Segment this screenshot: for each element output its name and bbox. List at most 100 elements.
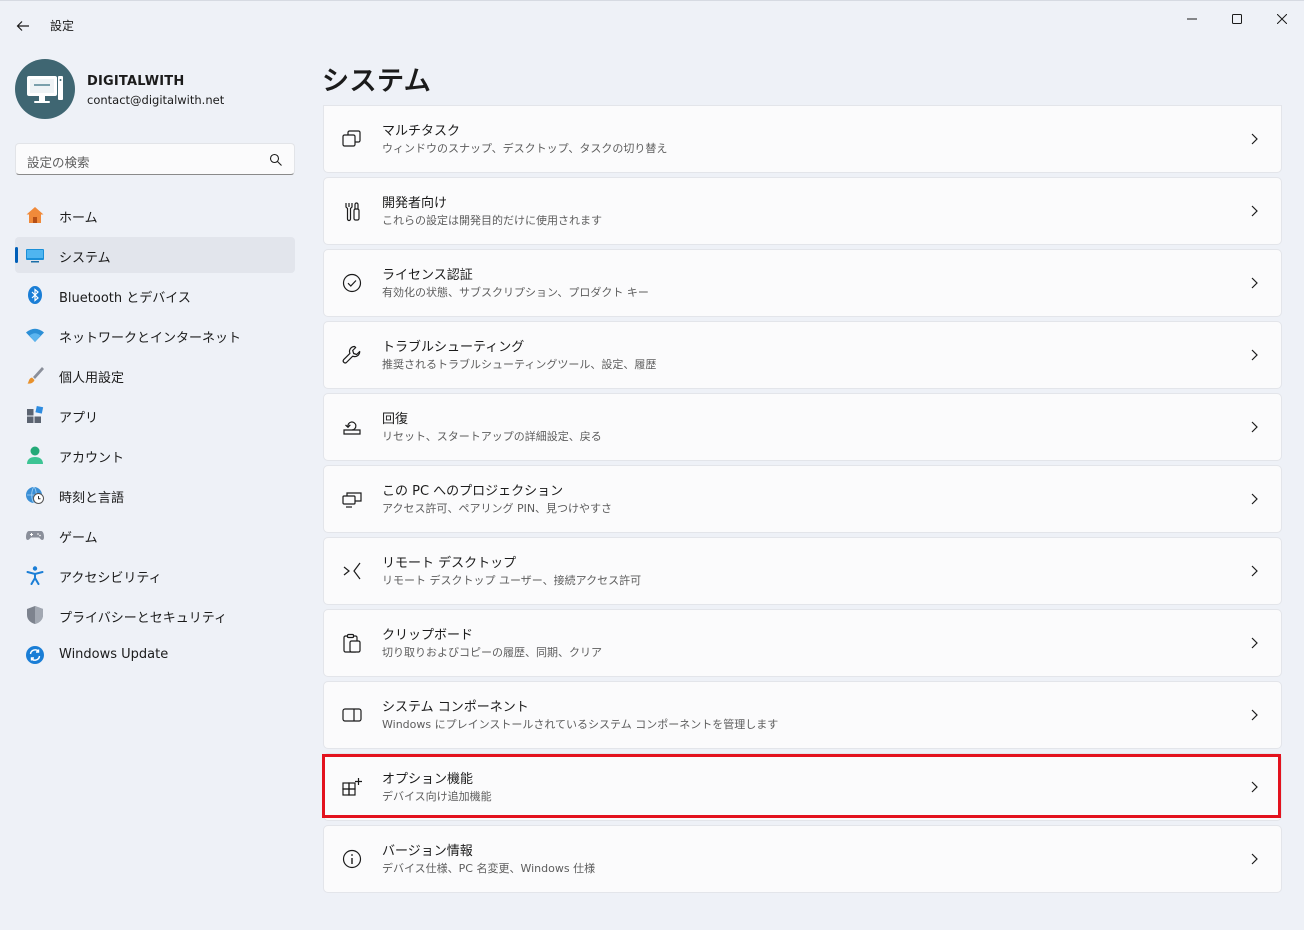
info-icon [341,848,363,870]
card-description: 推奨されるトラブルシューティングツール、設定、履歴 [382,358,657,371]
wrench-icon [341,344,363,366]
card-title: 回復 [382,412,409,427]
chevron-right-icon [1251,421,1258,433]
close-icon [1277,14,1287,24]
sidebar-item-accounts[interactable]: アカウント [15,437,295,473]
settings-card-clipboard[interactable]: クリップボード 切り取りおよびコピーの履歴、同期、クリア [323,609,1282,677]
settings-card-optional-features[interactable]: オプション機能 デバイス向け追加機能 [323,753,1282,821]
sidebar-item-apps[interactable]: アプリ [15,397,295,433]
components-icon [341,704,363,726]
sidebar-item-label: 個人用設定 [59,371,125,386]
page-title: システム [322,66,432,97]
card-description: これらの設定は開発目的だけに使用されます [382,214,602,227]
sidebar-item-label: 時刻と言語 [59,491,125,506]
search-placeholder: 設定の検索 [27,155,90,170]
maximize-icon [1232,14,1242,24]
chevron-right-icon [1251,565,1258,577]
sidebar-item-label: Windows Update [59,647,169,662]
card-title: ライセンス認証 [382,268,473,283]
sidebar-item-label: アカウント [59,451,125,466]
developer-tools-icon [341,200,363,222]
brush-icon [25,365,45,385]
card-description: デバイス仕様、PC 名変更、Windows 仕様 [382,862,596,875]
apps-icon [25,405,45,425]
settings-card-developers[interactable]: 開発者向け これらの設定は開発目的だけに使用されます [323,177,1282,245]
sidebar-item-gaming[interactable]: ゲーム [15,517,295,553]
settings-card-multitasking[interactable]: マルチタスク ウィンドウのスナップ、デスクトップ、タスクの切り替え [323,105,1282,173]
card-description: リモート デスクトップ ユーザー、接続アクセス許可 [382,574,642,587]
card-title: この PC へのプロジェクション [382,484,564,499]
search-icon[interactable] [268,152,284,168]
card-title: システム コンポーネント [382,700,529,715]
system-icon [25,245,45,265]
chevron-right-icon [1251,277,1258,289]
sidebar-item-windows-update[interactable]: Windows Update [15,637,295,673]
sidebar-item-label: ネットワークとインターネット [59,331,242,346]
card-title: オプション機能 [382,772,474,787]
sidebar-item-system[interactable]: システム [15,237,295,273]
settings-card-remote-desktop[interactable]: リモート デスクトップ リモート デスクトップ ユーザー、接続アクセス許可 [323,537,1282,605]
remote-desktop-icon [341,560,363,582]
profile-email: contact@digitalwith.net [87,93,225,107]
sidebar-item-network[interactable]: ネットワークとインターネット [15,317,295,353]
update-icon [25,645,45,665]
app-title: 設定 [50,19,75,33]
chevron-right-icon [1251,349,1258,361]
sidebar-item-label: ホーム [59,211,98,226]
bluetooth-icon [25,285,45,305]
account-icon [25,445,45,465]
settings-card-recovery[interactable]: 回復 リセット、スタートアップの詳細設定、戻る [323,393,1282,461]
card-description: アクセス許可、ペアリング PIN、見つけやすさ [382,502,613,515]
sidebar-item-home[interactable]: ホーム [15,197,295,233]
maximize-button[interactable] [1215,7,1259,31]
settings-card-troubleshoot[interactable]: トラブルシューティング 推奨されるトラブルシューティングツール、設定、履歴 [323,321,1282,389]
sidebar-item-label: Bluetooth とデバイス [59,291,191,306]
chevron-right-icon [1251,133,1258,145]
card-description: 有効化の状態、サブスクリプション、プロダクト キー [382,286,649,299]
clipboard-icon [341,632,363,654]
wifi-icon [25,325,45,345]
check-circle-icon [341,272,363,294]
card-title: トラブルシューティング [382,340,525,355]
card-description: Windows にプレインストールされているシステム コンポーネントを管理します [382,718,779,731]
minimize-icon [1187,18,1197,20]
monitor-logo-icon [27,76,63,103]
sidebar-nav: ホーム システム Bluetooth とデバイス ネットワークとインターネット [15,197,295,677]
sidebar-item-time-language[interactable]: 時刻と言語 [15,477,295,513]
chevron-right-icon [1251,709,1258,721]
recovery-icon [341,416,363,438]
sidebar-item-personalization[interactable]: 個人用設定 [15,357,295,393]
settings-search-input[interactable]: 設定の検索 [15,143,295,175]
selection-indicator [15,247,18,263]
settings-card-about[interactable]: バージョン情報 デバイス仕様、PC 名変更、Windows 仕様 [323,825,1282,893]
chevron-right-icon [1251,205,1258,217]
card-title: 開発者向け [382,196,448,211]
sidebar-item-privacy-security[interactable]: プライバシーとセキュリティ [15,597,295,633]
gamepad-icon [25,525,45,545]
chevron-right-icon [1251,637,1258,649]
sidebar-item-accessibility[interactable]: アクセシビリティ [15,557,295,593]
back-button[interactable] [10,13,36,39]
card-description: デバイス向け追加機能 [382,790,492,803]
sidebar-item-label: アクセシビリティ [59,571,162,586]
home-icon [25,205,45,225]
settings-card-projection[interactable]: この PC へのプロジェクション アクセス許可、ペアリング PIN、見つけやすさ [323,465,1282,533]
sidebar-item-label: システム [59,251,111,266]
close-button[interactable] [1260,7,1304,31]
sidebar-item-bluetooth[interactable]: Bluetooth とデバイス [15,277,295,313]
card-description: リセット、スタートアップの詳細設定、戻る [382,430,602,443]
sidebar-item-label: アプリ [59,411,99,426]
chevron-right-icon [1251,781,1258,793]
user-profile[interactable]: DIGITALWITH contact@digitalwith.net [15,59,295,121]
settings-card-activation[interactable]: ライセンス認証 有効化の状態、サブスクリプション、プロダクト キー [323,249,1282,317]
profile-name: DIGITALWITH [87,74,185,89]
chevron-right-icon [1251,853,1258,865]
projection-icon [341,488,363,510]
globe-clock-icon [25,485,45,505]
shield-icon [25,605,45,625]
back-arrow-icon [16,21,29,31]
settings-card-system-components[interactable]: システム コンポーネント Windows にプレインストールされているシステム … [323,681,1282,749]
avatar [15,59,75,119]
title-bar: 設定 [0,1,1304,49]
minimize-button[interactable] [1170,7,1214,31]
